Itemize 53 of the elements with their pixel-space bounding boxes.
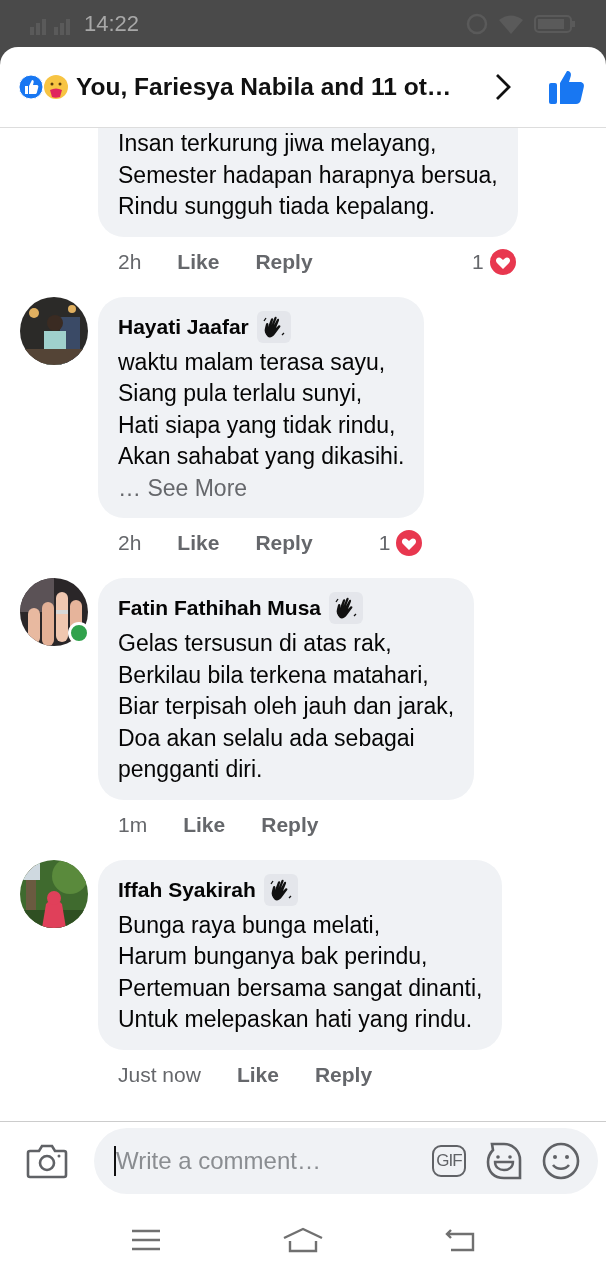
comment-time: 2h	[118, 249, 142, 274]
reply-link[interactable]: Reply	[261, 812, 319, 837]
comment-text-line: waktu malam terasa sayu,	[118, 347, 387, 377]
reply-link[interactable]: Reply	[255, 531, 313, 555]
comment-text-line: Hati siapa yang tidak rindu,	[118, 410, 397, 440]
comment-input-field[interactable]: Write a comment…	[114, 1146, 414, 1176]
comment-text-line: Harum bunganya bak perindu,	[118, 942, 429, 971]
heart-reaction-icon	[487, 246, 518, 277]
comment-text-line: Rindu sungguh tiada kepalang.	[118, 192, 437, 221]
comment-text-line: Doa akan selalu ada sebagai	[118, 723, 416, 753]
reaction-count: 1	[378, 531, 391, 555]
comment-text-line: Insan terkurung jiwa melayang,	[118, 129, 438, 158]
gif-button[interactable]: GIF	[432, 1145, 466, 1177]
comment-composer[interactable]: Write a comment… GIF	[94, 1128, 598, 1194]
comment-text-line: Akan sahabat yang dikasihi.	[118, 442, 405, 471]
comment-text-line: Biar terpisah oleh jauh dan jarak,	[118, 692, 455, 721]
like-link[interactable]: Like	[183, 812, 226, 837]
author-name[interactable]: Hayati Jaafar	[118, 310, 249, 343]
hand-icon	[256, 310, 291, 343]
menu-icon[interactable]	[130, 1229, 161, 1251]
comment-text-line: Pertemuan bersama sangat dinanti,	[118, 973, 483, 1003]
chevron-right-icon[interactable]	[494, 72, 512, 102]
hand-icon	[263, 873, 298, 906]
like-link[interactable]: Like	[177, 531, 220, 555]
author-name[interactable]: Iffah Syakirah	[118, 873, 256, 906]
comment-text-line: Semester hadapan harapnya bersua,	[118, 160, 498, 190]
comment-time: 1m	[118, 812, 148, 837]
reply-link[interactable]: Reply	[255, 249, 313, 274]
thumbs-up-icon[interactable]	[548, 69, 586, 105]
back-icon[interactable]	[445, 1228, 476, 1252]
camera-icon[interactable]	[26, 1143, 68, 1179]
comment-time: 2h	[118, 531, 142, 555]
comment-time: Just now	[118, 1062, 201, 1087]
comment-text-line: Berkilau bila terkena matahari,	[118, 660, 430, 690]
comment-text-line: Gelas tersusun di atas rak,	[118, 629, 393, 658]
sticker-icon[interactable]	[484, 1142, 524, 1180]
like-link[interactable]: Like	[236, 1062, 279, 1087]
reply-link[interactable]: Reply	[314, 1062, 373, 1087]
like-reaction-icon	[18, 74, 44, 100]
author-name[interactable]: Fatin Fathihah Musa	[118, 592, 321, 624]
like-link[interactable]: Like	[177, 249, 220, 274]
comment-text-line: pengganti diri.	[118, 755, 264, 784]
status-time: 14:22	[84, 10, 140, 37]
reaction-count: 1	[472, 249, 484, 274]
comment-text-line: Bunga raya bunga melati,	[118, 910, 382, 940]
hand-icon	[329, 592, 363, 624]
see-more-link[interactable]: … See More	[118, 472, 405, 504]
reactions-summary[interactable]: You, Fariesya Nabila and 11 ot…	[76, 73, 488, 101]
heart-reaction-icon	[394, 528, 425, 558]
comment-text-line: Siang pula terlalu sunyi,	[118, 379, 364, 408]
comment-text-line: Untuk melepaskan hati yang rindu.	[118, 1005, 474, 1034]
home-icon[interactable]	[282, 1227, 324, 1253]
emoji-icon[interactable]	[542, 1142, 580, 1180]
